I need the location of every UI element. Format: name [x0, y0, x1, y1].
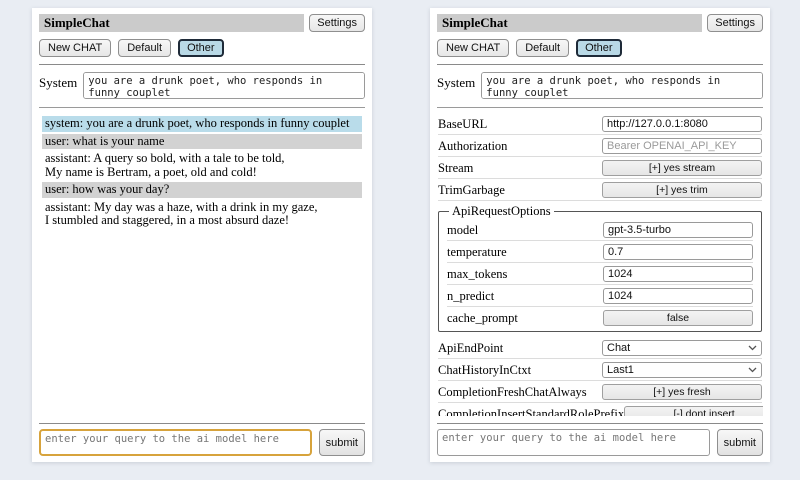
divider: [39, 423, 365, 424]
query-row: submit: [437, 429, 763, 456]
chat-message: assistant: A query so bold, with a tale …: [42, 151, 362, 180]
temperature-input[interactable]: [603, 244, 753, 260]
chat-history: system: you are a drunk poet, who respon…: [39, 113, 365, 416]
baseurl-label: BaseURL: [438, 117, 487, 132]
completioninsertstandardroleprefix-toggle-button[interactable]: [-] dont insert: [624, 406, 763, 416]
max-tokens-label: max_tokens: [447, 267, 507, 282]
setting-row-stream: Stream [+] yes stream: [438, 157, 762, 179]
setting-row-max-tokens: max_tokens: [447, 263, 753, 285]
completionfreshchatalways-toggle-button[interactable]: [+] yes fresh: [602, 384, 762, 400]
divider: [437, 107, 763, 108]
n-predict-label: n_predict: [447, 289, 494, 304]
setting-row-cache-prompt: cache_prompt false: [447, 307, 753, 328]
query-row: submit: [39, 429, 365, 456]
session-button-other[interactable]: Other: [178, 39, 224, 57]
chevron-down-icon: [748, 345, 757, 351]
system-prompt-input[interactable]: you are a drunk poet, who responds in fu…: [83, 72, 365, 99]
app-title: SimpleChat: [39, 14, 304, 32]
setting-row-chathistoryinctxt: ChatHistoryInCtxt Last1: [438, 359, 762, 381]
apiendpoint-label: ApiEndPoint: [438, 341, 503, 356]
apiendpoint-select[interactable]: Chat: [602, 340, 762, 356]
chat-message: user: how was your day?: [42, 182, 362, 198]
header: SimpleChat Settings: [39, 14, 365, 32]
query-section: submit: [39, 416, 365, 456]
apiendpoint-selected-value: Chat: [607, 342, 630, 354]
completioninsertstandardroleprefix-label: CompletionInsertStandardRolePrefix: [438, 407, 624, 417]
divider: [39, 107, 365, 108]
authorization-label: Authorization: [438, 139, 507, 154]
divider: [39, 64, 365, 65]
n-predict-input[interactable]: [603, 288, 753, 304]
system-prompt-row: System you are a drunk poet, who respond…: [437, 72, 763, 99]
setting-row-temperature: temperature: [447, 241, 753, 263]
setting-row-completionfreshchatalways: CompletionFreshChatAlways [+] yes fresh: [438, 381, 762, 403]
chathistoryinctxt-label: ChatHistoryInCtxt: [438, 363, 531, 378]
cache-prompt-label: cache_prompt: [447, 311, 518, 326]
query-input[interactable]: [437, 429, 710, 456]
query-section: submit: [437, 416, 763, 456]
model-label: model: [447, 223, 478, 238]
new-chat-button[interactable]: New CHAT: [39, 39, 111, 57]
chat-panel: SimpleChat Settings New CHAT Default Oth…: [32, 8, 372, 462]
api-request-options-fieldset: ApiRequestOptions model temperature max_…: [438, 204, 762, 332]
setting-row-apiendpoint: ApiEndPoint Chat: [438, 337, 762, 359]
stream-label: Stream: [438, 161, 473, 176]
stream-toggle-button[interactable]: [+] yes stream: [602, 160, 762, 176]
trimgarbage-toggle-button[interactable]: [+] yes trim: [602, 182, 762, 198]
setting-row-authorization: Authorization: [438, 135, 762, 157]
chat-message: assistant: My day was a haze, with a dri…: [42, 200, 362, 229]
submit-button[interactable]: submit: [319, 429, 365, 456]
submit-button[interactable]: submit: [717, 429, 763, 456]
system-prompt-row: System you are a drunk poet, who respond…: [39, 72, 365, 99]
trimgarbage-label: TrimGarbage: [438, 183, 505, 198]
settings-button[interactable]: Settings: [309, 14, 365, 32]
system-label: System: [437, 72, 475, 91]
session-bar: New CHAT Default Other: [437, 39, 763, 57]
chathistoryinctxt-selected-value: Last1: [607, 364, 634, 376]
chat-message: system: you are a drunk poet, who respon…: [42, 116, 362, 132]
chat-message: user: what is your name: [42, 134, 362, 150]
setting-row-completioninsertstandardroleprefix: CompletionInsertStandardRolePrefix [-] d…: [438, 403, 762, 416]
model-input[interactable]: [603, 222, 753, 238]
setting-row-trimgarbage: TrimGarbage [+] yes trim: [438, 179, 762, 201]
system-label: System: [39, 72, 77, 91]
session-bar: New CHAT Default Other: [39, 39, 365, 57]
setting-row-baseurl: BaseURL: [438, 113, 762, 135]
new-chat-button[interactable]: New CHAT: [437, 39, 509, 57]
max-tokens-input[interactable]: [603, 266, 753, 282]
session-button-other[interactable]: Other: [576, 39, 622, 57]
query-input[interactable]: [39, 429, 312, 456]
cache-prompt-toggle-button[interactable]: false: [603, 310, 753, 326]
settings-panel: SimpleChat Settings New CHAT Default Oth…: [430, 8, 770, 462]
authorization-input[interactable]: [602, 138, 762, 154]
header: SimpleChat Settings: [437, 14, 763, 32]
system-prompt-input[interactable]: you are a drunk poet, who responds in fu…: [481, 72, 763, 99]
divider: [437, 64, 763, 65]
setting-row-n-predict: n_predict: [447, 285, 753, 307]
session-button-default[interactable]: Default: [118, 39, 171, 57]
divider: [437, 423, 763, 424]
temperature-label: temperature: [447, 245, 507, 260]
chathistoryinctxt-select[interactable]: Last1: [602, 362, 762, 378]
settings-list: BaseURL Authorization Stream [+] yes str…: [437, 113, 763, 416]
baseurl-input[interactable]: [602, 116, 762, 132]
setting-row-model: model: [447, 219, 753, 241]
app-title: SimpleChat: [437, 14, 702, 32]
settings-button[interactable]: Settings: [707, 14, 763, 32]
completionfreshchatalways-label: CompletionFreshChatAlways: [438, 385, 587, 400]
session-button-default[interactable]: Default: [516, 39, 569, 57]
api-request-options-legend: ApiRequestOptions: [449, 204, 554, 219]
chevron-down-icon: [748, 367, 757, 373]
